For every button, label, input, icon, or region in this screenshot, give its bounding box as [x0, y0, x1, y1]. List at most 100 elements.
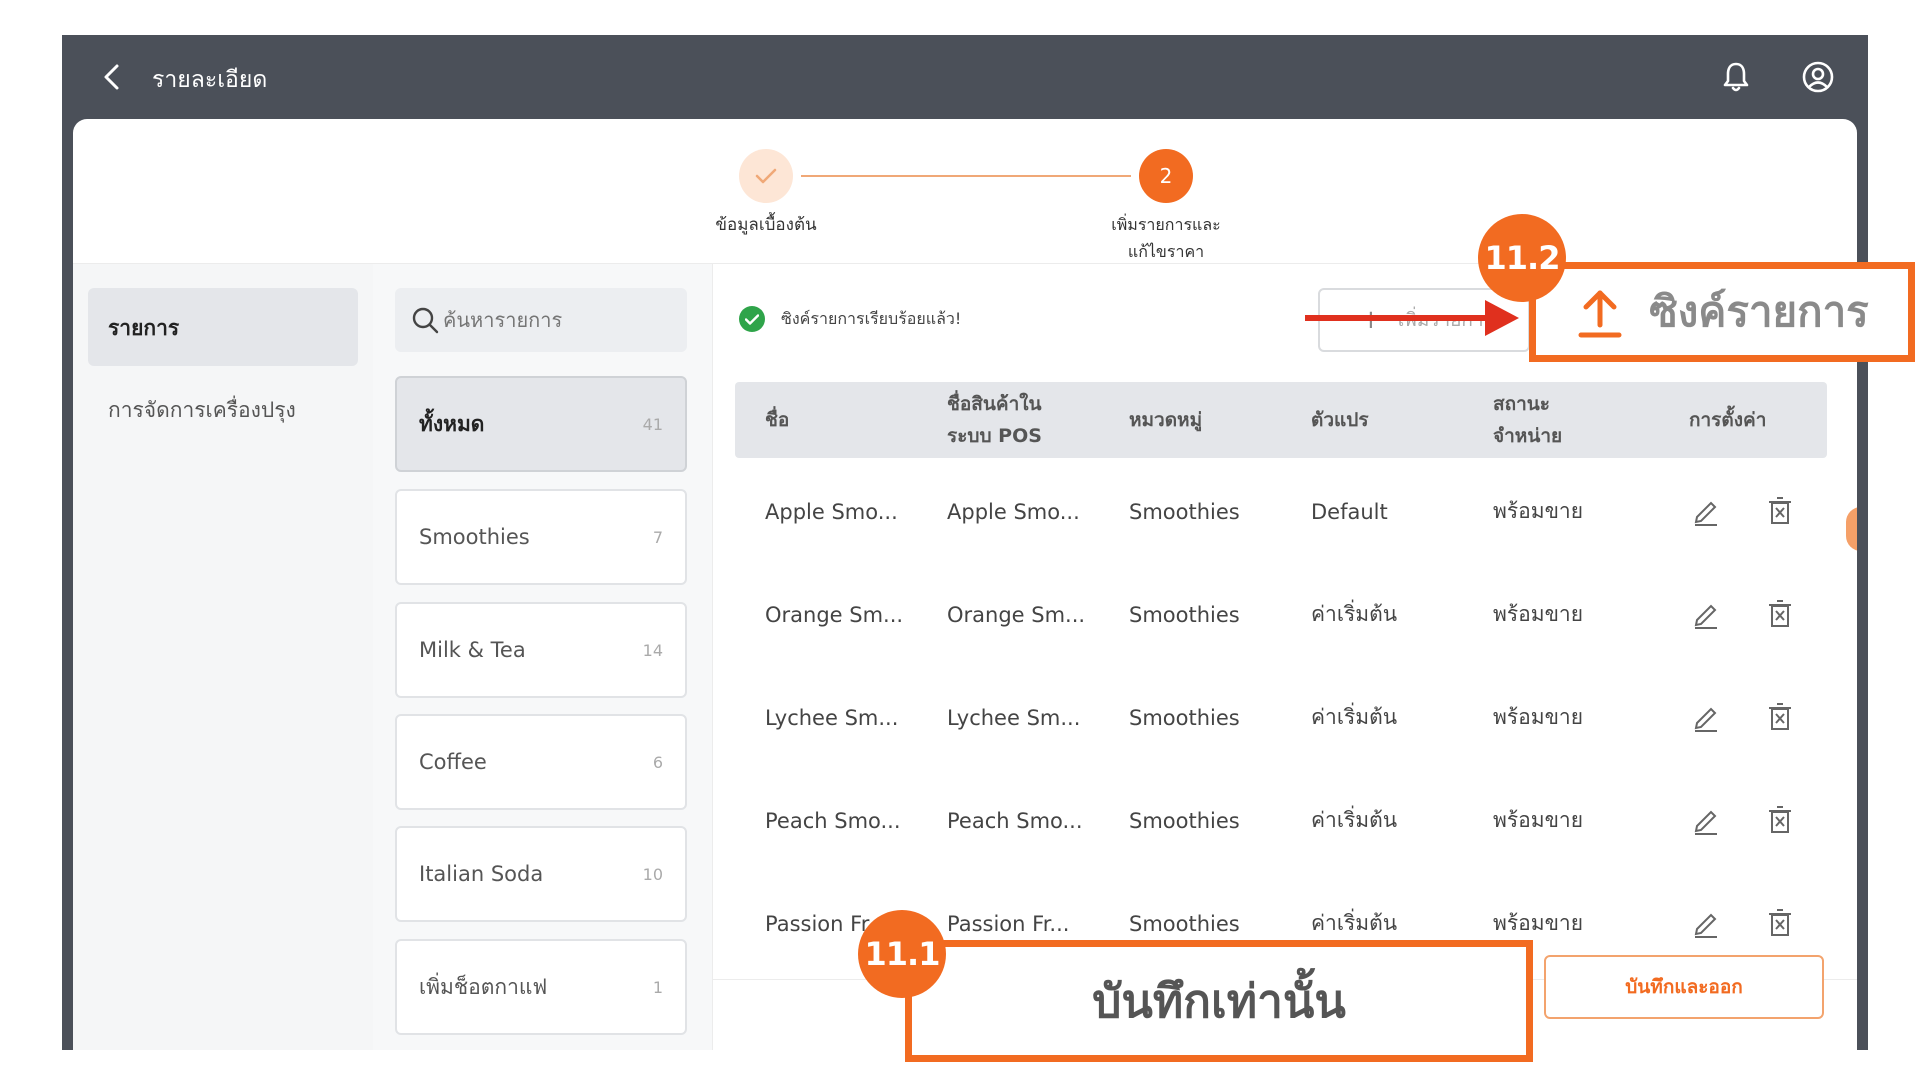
category-name: Smoothies [419, 525, 530, 549]
edit-icon [1694, 810, 1717, 835]
table-row[interactable]: Apple Smo... Apple Smo... Smoothies Defa… [735, 460, 1827, 563]
col-status-line2: จำหน่าย [1493, 425, 1563, 447]
cell-pos-name: Apple Smo... [947, 499, 1080, 524]
category-count: 10 [642, 864, 663, 884]
save-only-button[interactable]: บันทึกเท่านั้น [905, 940, 1533, 1062]
cell-variant: ค่าเริ่มต้น [1311, 808, 1398, 832]
cell-pos-name: Peach Smo... [947, 808, 1083, 833]
search-icon [412, 307, 439, 334]
side-handle[interactable] [1846, 507, 1857, 551]
main-card: 2 ข้อมูลเบื้องต้น เพิ่มรายการและ แก้ไขรา… [73, 119, 1857, 1050]
save-and-exit-button[interactable]: บันทึกและออก [1544, 955, 1824, 1019]
stepper: 2 ข้อมูลเบื้องต้น เพิ่มรายการและ แก้ไขรา… [73, 119, 1857, 264]
cell-name: Lychee Sm... [765, 705, 899, 730]
bell-icon [1723, 62, 1749, 92]
sidebar-item-items[interactable]: รายการ [88, 288, 358, 366]
sync-items-button[interactable]: ซิงค์รายการ [1529, 262, 1915, 362]
step-1-indicator[interactable] [739, 149, 793, 203]
annotation-badge-sync: 11.2 [1478, 214, 1566, 302]
category-italian-soda[interactable]: Italian Soda 10 [395, 826, 687, 922]
step-2-label-line1: เพิ่มรายการและ [1111, 215, 1221, 234]
sidebar-item-seasoning[interactable]: การจัดการเครื่องปรุง [108, 394, 296, 427]
category-name: ทั้งหมด [419, 411, 485, 436]
col-pos-name: ชื่อสินค้าใน ระบบ POS [947, 382, 1042, 458]
page: รายละเอียด 2 ข้อมูลเบื้องต้น เพิ่มรายการ… [0, 0, 1920, 1080]
cell-category: Smoothies [1129, 808, 1240, 833]
cell-name: Orange Sm... [765, 602, 904, 627]
col-name: ชื่อ [765, 409, 790, 431]
success-check-icon [739, 306, 765, 332]
back-button[interactable] [92, 57, 132, 97]
edit-icon [1694, 913, 1717, 938]
category-smoothies[interactable]: Smoothies 7 [395, 489, 687, 585]
search-input[interactable] [443, 308, 683, 332]
delete-icon [1769, 600, 1791, 627]
annotation-arrow-head [1485, 300, 1519, 336]
annotation-badge-save: 11.1 [858, 910, 946, 998]
category-count: 41 [642, 414, 663, 434]
table-row[interactable]: Peach Smo... Peach Smo... Smoothies ค่าเ… [735, 769, 1827, 872]
category-milk-tea[interactable]: Milk & Tea 14 [395, 602, 687, 698]
category-name: เพิ่มช็อตกาแฟ [419, 974, 548, 999]
step-2-label: เพิ่มรายการและ แก้ไขราคา [1081, 211, 1251, 265]
delete-icon [1769, 806, 1791, 833]
category-count: 1 [652, 977, 663, 997]
edit-icon [1694, 501, 1717, 526]
cell-status: พร้อมขาย [1493, 808, 1584, 832]
delete-button[interactable] [1763, 597, 1797, 631]
profile-button[interactable] [1796, 55, 1840, 99]
cell-status: พร้อมขาย [1493, 499, 1584, 523]
cell-variant: Default [1311, 499, 1388, 524]
edit-button[interactable] [1689, 597, 1723, 631]
delete-icon [1769, 909, 1791, 936]
cell-status: พร้อมขาย [1493, 705, 1584, 729]
topbar: รายละเอียด [62, 35, 1868, 119]
page-title: รายละเอียด [152, 67, 268, 93]
user-circle-icon [1802, 61, 1834, 93]
col-status: สถานะ จำหน่าย [1493, 382, 1562, 458]
upload-icon [1578, 290, 1622, 338]
sync-items-label: ซิงค์รายการ [1649, 287, 1869, 336]
table-row[interactable]: Lychee Sm... Lychee Sm... Smoothies ค่าเ… [735, 666, 1827, 769]
table-header: ชื่อ ชื่อสินค้าใน ระบบ POS หมวดหมู่ ตัวแ… [735, 382, 1827, 458]
edit-icon [1694, 604, 1717, 629]
delete-button[interactable] [1763, 906, 1797, 940]
sidebar: รายการ การจัดการเครื่องปรุง [73, 264, 373, 1050]
col-pos-name-line2: ระบบ POS [947, 425, 1042, 447]
category-coffee-shot[interactable]: เพิ่มช็อตกาแฟ 1 [395, 939, 687, 1035]
cell-pos-name: Orange Sm... [947, 602, 1086, 627]
step-connector [801, 175, 1131, 177]
delete-button[interactable] [1763, 700, 1797, 734]
cell-variant: ค่าเริ่มต้น [1311, 705, 1398, 729]
category-count: 14 [642, 640, 663, 660]
cell-category: Smoothies [1129, 499, 1240, 524]
edit-button[interactable] [1689, 803, 1723, 837]
search-box[interactable] [395, 288, 687, 352]
delete-icon [1769, 497, 1791, 524]
save-only-label: บันทึกเท่านั้น [1092, 973, 1346, 1028]
sync-status: ซิงค์รายการเรียบร้อยแล้ว! [739, 306, 961, 332]
category-name: Italian Soda [419, 862, 544, 886]
delete-button[interactable] [1763, 803, 1797, 837]
cell-category: Smoothies [1129, 602, 1240, 627]
edit-button[interactable] [1689, 700, 1723, 734]
table-row[interactable]: Orange Sm... Orange Sm... Smoothies ค่าเ… [735, 563, 1827, 666]
notifications-button[interactable] [1714, 55, 1758, 99]
annotation-arrow-line [1305, 315, 1490, 321]
col-variant: ตัวแปร [1311, 409, 1369, 431]
check-icon [755, 168, 777, 184]
step-2-indicator[interactable]: 2 [1139, 149, 1193, 203]
col-pos-name-line1: ชื่อสินค้าใน [947, 393, 1042, 415]
edit-button[interactable] [1689, 494, 1723, 528]
step-1-label: ข้อมูลเบื้องต้น [715, 215, 817, 235]
category-coffee[interactable]: Coffee 6 [395, 714, 687, 810]
app-frame: รายละเอียด 2 ข้อมูลเบื้องต้น เพิ่มรายการ… [62, 35, 1868, 1050]
category-name: Milk & Tea [419, 638, 526, 662]
category-all[interactable]: ทั้งหมด 41 [395, 376, 687, 472]
edit-button[interactable] [1689, 906, 1723, 940]
cell-variant: ค่าเริ่มต้น [1311, 602, 1398, 626]
cell-name: Peach Smo... [765, 808, 901, 833]
category-count: 7 [652, 527, 663, 547]
sync-message: ซิงค์รายการเรียบร้อยแล้ว! [781, 308, 962, 328]
delete-button[interactable] [1763, 494, 1797, 528]
